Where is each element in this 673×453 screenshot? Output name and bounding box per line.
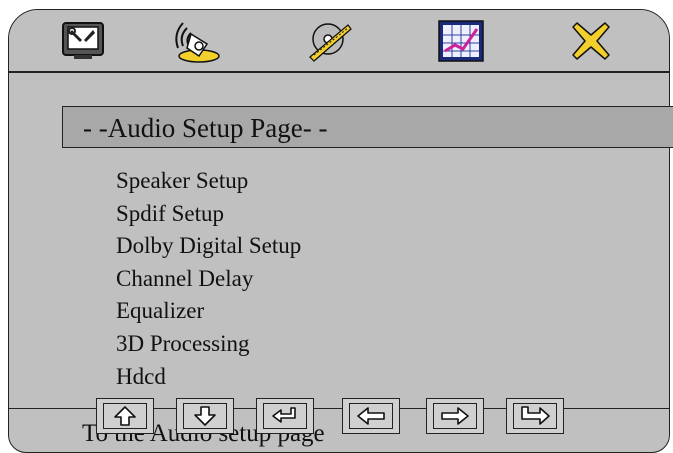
arrow-up-icon	[114, 406, 136, 426]
nav-jump-button[interactable]	[506, 398, 564, 434]
tab-bar	[9, 10, 669, 70]
tab-bar-divider	[9, 71, 669, 73]
arrow-right-icon	[441, 407, 469, 425]
setup-menu-screen	[8, 9, 670, 449]
disc-film-icon	[309, 23, 352, 62]
nav-left-frame	[349, 403, 393, 429]
page-title: - -Audio Setup Page- -	[83, 113, 328, 143]
arrow-down-icon	[194, 406, 216, 426]
audio-setup-menu: Speaker Setup Spdif Setup Dolby Digital …	[116, 166, 301, 394]
arrow-left-icon	[357, 407, 385, 425]
tab-general-setup[interactable]	[57, 16, 109, 66]
nav-right-button[interactable]	[426, 398, 484, 434]
tab-video-setup[interactable]	[435, 16, 487, 66]
close-x-icon	[572, 22, 610, 60]
tab-dolby-setup[interactable]	[303, 16, 355, 66]
menu-item-spdif-setup[interactable]: Spdif Setup	[116, 199, 301, 232]
menu-item-channel-delay[interactable]: Channel Delay	[116, 264, 301, 297]
tab-exit[interactable]	[565, 16, 617, 66]
graph-chart-icon	[438, 20, 484, 62]
nav-enter-button[interactable]	[256, 398, 314, 434]
nav-down-frame	[183, 403, 227, 429]
tab-audio-setup[interactable]	[169, 16, 221, 66]
menu-item-speaker-setup[interactable]: Speaker Setup	[116, 166, 301, 199]
menu-item-dolby-digital-setup[interactable]: Dolby Digital Setup	[116, 231, 301, 264]
menu-item-hdcd[interactable]: Hdcd	[116, 362, 301, 395]
menu-item-3d-processing[interactable]: 3D Processing	[116, 329, 301, 362]
tv-tools-icon	[62, 22, 104, 59]
enter-return-icon	[272, 407, 296, 423]
nav-enter-frame	[263, 403, 307, 429]
nav-down-button[interactable]	[176, 398, 234, 434]
nav-right-frame	[433, 403, 477, 429]
nav-left-button[interactable]	[342, 398, 400, 434]
menu-item-equalizer[interactable]: Equalizer	[116, 296, 301, 329]
jump-arrow-icon	[521, 406, 550, 425]
nav-jump-frame	[513, 403, 557, 429]
nav-up-button[interactable]	[96, 398, 154, 434]
page-title-bar: - -Audio Setup Page- -	[62, 106, 673, 148]
nav-up-frame	[103, 403, 147, 429]
speaker-sound-icon	[175, 22, 220, 63]
